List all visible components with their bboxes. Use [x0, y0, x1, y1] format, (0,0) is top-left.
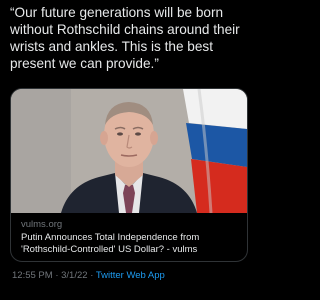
card-title-line-2: 'Rothschild-Controlled' US Dollar? - vul…	[21, 243, 198, 255]
card-title-line-1: Putin Announces Total Independence from	[21, 232, 200, 243]
tweet-metadata: 12:55 PM · 3/1/22 · Twitter Web App	[12, 270, 165, 282]
card-title[interactable]: Putin Announces Total Independence from …	[21, 232, 237, 255]
tweet-date[interactable]: 3/1/22	[61, 270, 87, 281]
card-image[interactable]	[11, 89, 247, 213]
tweet-time[interactable]: 12:55 PM	[12, 270, 53, 281]
source-app-link[interactable]: Twitter Web App	[96, 270, 165, 281]
link-preview-card[interactable]: vulms.org Putin Announces Total Independ…	[10, 88, 248, 262]
meta-separator: ·	[55, 270, 59, 281]
tweet-text: “Our future generations will be born wit…	[10, 5, 240, 71]
man-in-suit-photo	[11, 89, 247, 213]
meta-separator: ·	[90, 270, 94, 281]
card-domain: vulms.org	[21, 219, 63, 230]
